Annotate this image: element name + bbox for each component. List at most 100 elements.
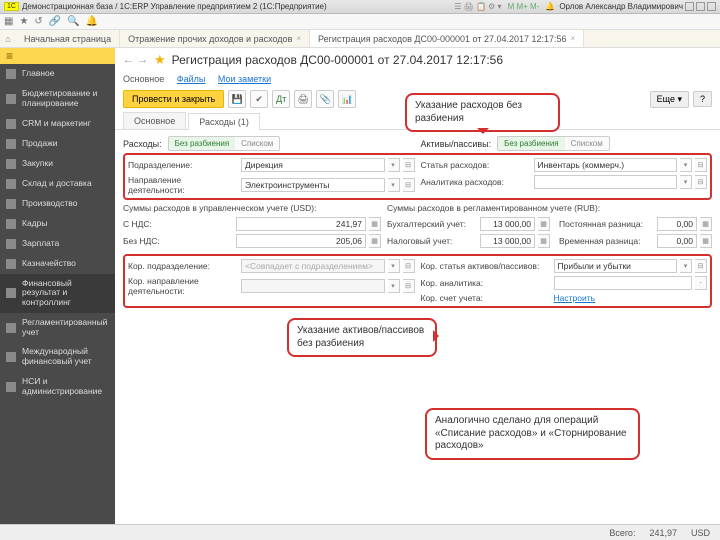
attach-button[interactable]: 📎 xyxy=(316,90,334,108)
subnav-files[interactable]: Файлы xyxy=(177,74,206,84)
perm-diff-input[interactable]: 0,00 xyxy=(657,217,697,231)
without-vat-input[interactable]: 205,06 xyxy=(236,234,366,248)
dropdown-icon[interactable]: ▾ xyxy=(680,259,692,273)
dt-button[interactable]: Дт xyxy=(272,90,290,108)
tab-expenses[interactable]: Расходы (1) xyxy=(188,113,260,130)
dropdown-icon[interactable]: ▾ xyxy=(680,158,692,172)
post-button[interactable]: ✔ xyxy=(250,90,268,108)
menu-icon[interactable]: ▦ xyxy=(4,16,13,27)
sidebar-item-salary[interactable]: Зарплата xyxy=(0,234,115,254)
sidebar-item-purchase[interactable]: Закупки xyxy=(0,154,115,174)
sidebar-item-nsi[interactable]: НСИ и администрирование xyxy=(0,372,115,402)
calc-icon[interactable]: ▦ xyxy=(700,234,712,248)
dropdown-icon[interactable]: ▾ xyxy=(388,158,400,172)
tax-input[interactable]: 13 000,00 xyxy=(480,234,535,248)
sidebar-item-hr[interactable]: Кадры xyxy=(0,214,115,234)
temp-diff-input[interactable]: 0,00 xyxy=(657,234,697,248)
dash-icon[interactable]: - xyxy=(695,276,707,290)
sidebar-item-treasury[interactable]: Казначейство xyxy=(0,254,115,274)
open-icon[interactable]: ⊟ xyxy=(403,259,415,273)
bell2-icon[interactable]: 🔔 xyxy=(86,16,98,27)
tab-start[interactable]: Начальная страница xyxy=(16,30,120,47)
total-value: 241,97 xyxy=(649,528,677,538)
home-icon[interactable]: ⌂ xyxy=(0,31,16,47)
dropdown-icon[interactable]: ▾ xyxy=(388,279,400,293)
bell-icon[interactable]: 🔔 xyxy=(545,2,555,11)
save-button[interactable]: 💾 xyxy=(228,90,246,108)
corr-dept-input[interactable]: <Совпадает с подразделением> xyxy=(241,259,385,273)
m-icons: M М+ М- xyxy=(508,2,540,11)
tab-reflect[interactable]: Отражение прочих доходов и расходов× xyxy=(120,30,310,47)
close-icon[interactable]: × xyxy=(571,34,576,43)
report-button[interactable]: 📊 xyxy=(338,90,356,108)
sidebar-item-main[interactable]: Главное xyxy=(0,64,115,84)
purchase-icon xyxy=(6,159,16,169)
corr-account-link[interactable]: Настроить xyxy=(554,293,596,303)
accounting-input[interactable]: 13 000,00 xyxy=(480,217,535,231)
warehouse-icon xyxy=(6,179,16,189)
open-icon[interactable]: ⊟ xyxy=(403,178,415,192)
dropdown-icon[interactable]: ▾ xyxy=(388,178,400,192)
calc-icon[interactable]: ▦ xyxy=(369,217,381,231)
window-titlebar: 1С Демонстрационная база / 1С:ERP Управл… xyxy=(0,0,720,14)
expenses-mode-toggle[interactable]: Без разбиенияСписком xyxy=(168,136,281,151)
sidebar-item-budget[interactable]: Бюджетирование и планирование xyxy=(0,84,115,114)
calc-icon[interactable]: ▦ xyxy=(369,234,381,248)
corr-direction-input[interactable] xyxy=(241,279,385,293)
open-icon[interactable]: ⊟ xyxy=(403,158,415,172)
window-max[interactable] xyxy=(696,2,705,11)
dropdown-icon[interactable]: ▾ xyxy=(680,175,692,189)
sidebar-header[interactable]: ≡ xyxy=(0,48,115,64)
subnav-main[interactable]: Основное xyxy=(123,74,164,84)
sidebar-item-reglated[interactable]: Регламентированный учет xyxy=(0,313,115,343)
assets-mode-toggle[interactable]: Без разбиенияСписком xyxy=(497,136,610,151)
tab-bar: ⌂ Начальная страница Отражение прочих до… xyxy=(0,30,720,48)
star-icon[interactable]: ★ xyxy=(19,16,28,27)
sidebar-item-sales[interactable]: Продажи xyxy=(0,134,115,154)
open-icon[interactable]: ⊟ xyxy=(695,158,707,172)
direction-input[interactable]: Электроинструменты xyxy=(241,178,385,192)
tab-main[interactable]: Основное xyxy=(123,112,186,129)
tab-registration[interactable]: Регистрация расходов ДС00-000001 от 27.0… xyxy=(310,30,584,47)
app-badge: 1С xyxy=(4,2,19,11)
post-and-close-button[interactable]: Провести и закрыть xyxy=(123,90,224,108)
window-min[interactable] xyxy=(685,2,694,11)
corr-analytics-input[interactable] xyxy=(554,276,693,290)
user-name[interactable]: Орлов Александр Владимирович xyxy=(559,2,683,11)
sidebar-item-warehouse[interactable]: Склад и доставка xyxy=(0,174,115,194)
home-icon xyxy=(6,69,16,79)
open-icon[interactable]: ⊟ xyxy=(695,175,707,189)
sidebar-item-finresult[interactable]: Финансовый результат и контроллинг xyxy=(0,274,115,313)
toolbar-glyphs: ☰ 🖨 📋 ⚙ ▾ xyxy=(454,2,501,11)
open-icon[interactable]: ⊟ xyxy=(403,279,415,293)
favorite-icon[interactable]: ★ xyxy=(154,52,166,68)
sidebar-item-intl[interactable]: Международный финансовый учет xyxy=(0,342,115,372)
callout-assets: Указание активов/пассивов без разбиения xyxy=(287,318,437,357)
more-button[interactable]: Еще ▾ xyxy=(650,91,689,108)
link-icon[interactable]: 🔗 xyxy=(49,16,61,27)
analytics-input[interactable] xyxy=(534,175,678,189)
calc-icon[interactable]: ▦ xyxy=(538,217,550,231)
crm-icon xyxy=(6,119,16,129)
calc-icon[interactable]: ▦ xyxy=(700,217,712,231)
close-icon[interactable]: × xyxy=(296,34,301,43)
subnav-notes[interactable]: Мои заметки xyxy=(218,74,271,84)
sidebar-item-production[interactable]: Производство xyxy=(0,194,115,214)
callout-analogous: Аналогично сделано для операций «Списани… xyxy=(425,408,640,460)
calc-icon[interactable]: ▦ xyxy=(538,234,550,248)
back-icon[interactable]: ← xyxy=(123,54,134,66)
history-icon[interactable]: ↺ xyxy=(34,16,42,27)
sidebar-item-crm[interactable]: CRM и маркетинг xyxy=(0,114,115,134)
open-icon[interactable]: ⊟ xyxy=(695,259,707,273)
window-close[interactable] xyxy=(707,2,716,11)
search-icon[interactable]: 🔍 xyxy=(67,16,79,27)
with-vat-input[interactable]: 241,97 xyxy=(236,217,366,231)
article-input[interactable]: Инвентарь (коммерч.) xyxy=(534,158,678,172)
forward-icon[interactable]: → xyxy=(137,54,148,66)
dropdown-icon[interactable]: ▾ xyxy=(388,259,400,273)
corr-article-input[interactable]: Прибыли и убытки xyxy=(554,259,678,273)
sidebar: ≡ Главное Бюджетирование и планирование … xyxy=(0,48,115,524)
dept-input[interactable]: Дирекция xyxy=(241,158,385,172)
print-button[interactable]: 🖨 xyxy=(294,90,312,108)
help-button[interactable]: ? xyxy=(693,91,712,107)
